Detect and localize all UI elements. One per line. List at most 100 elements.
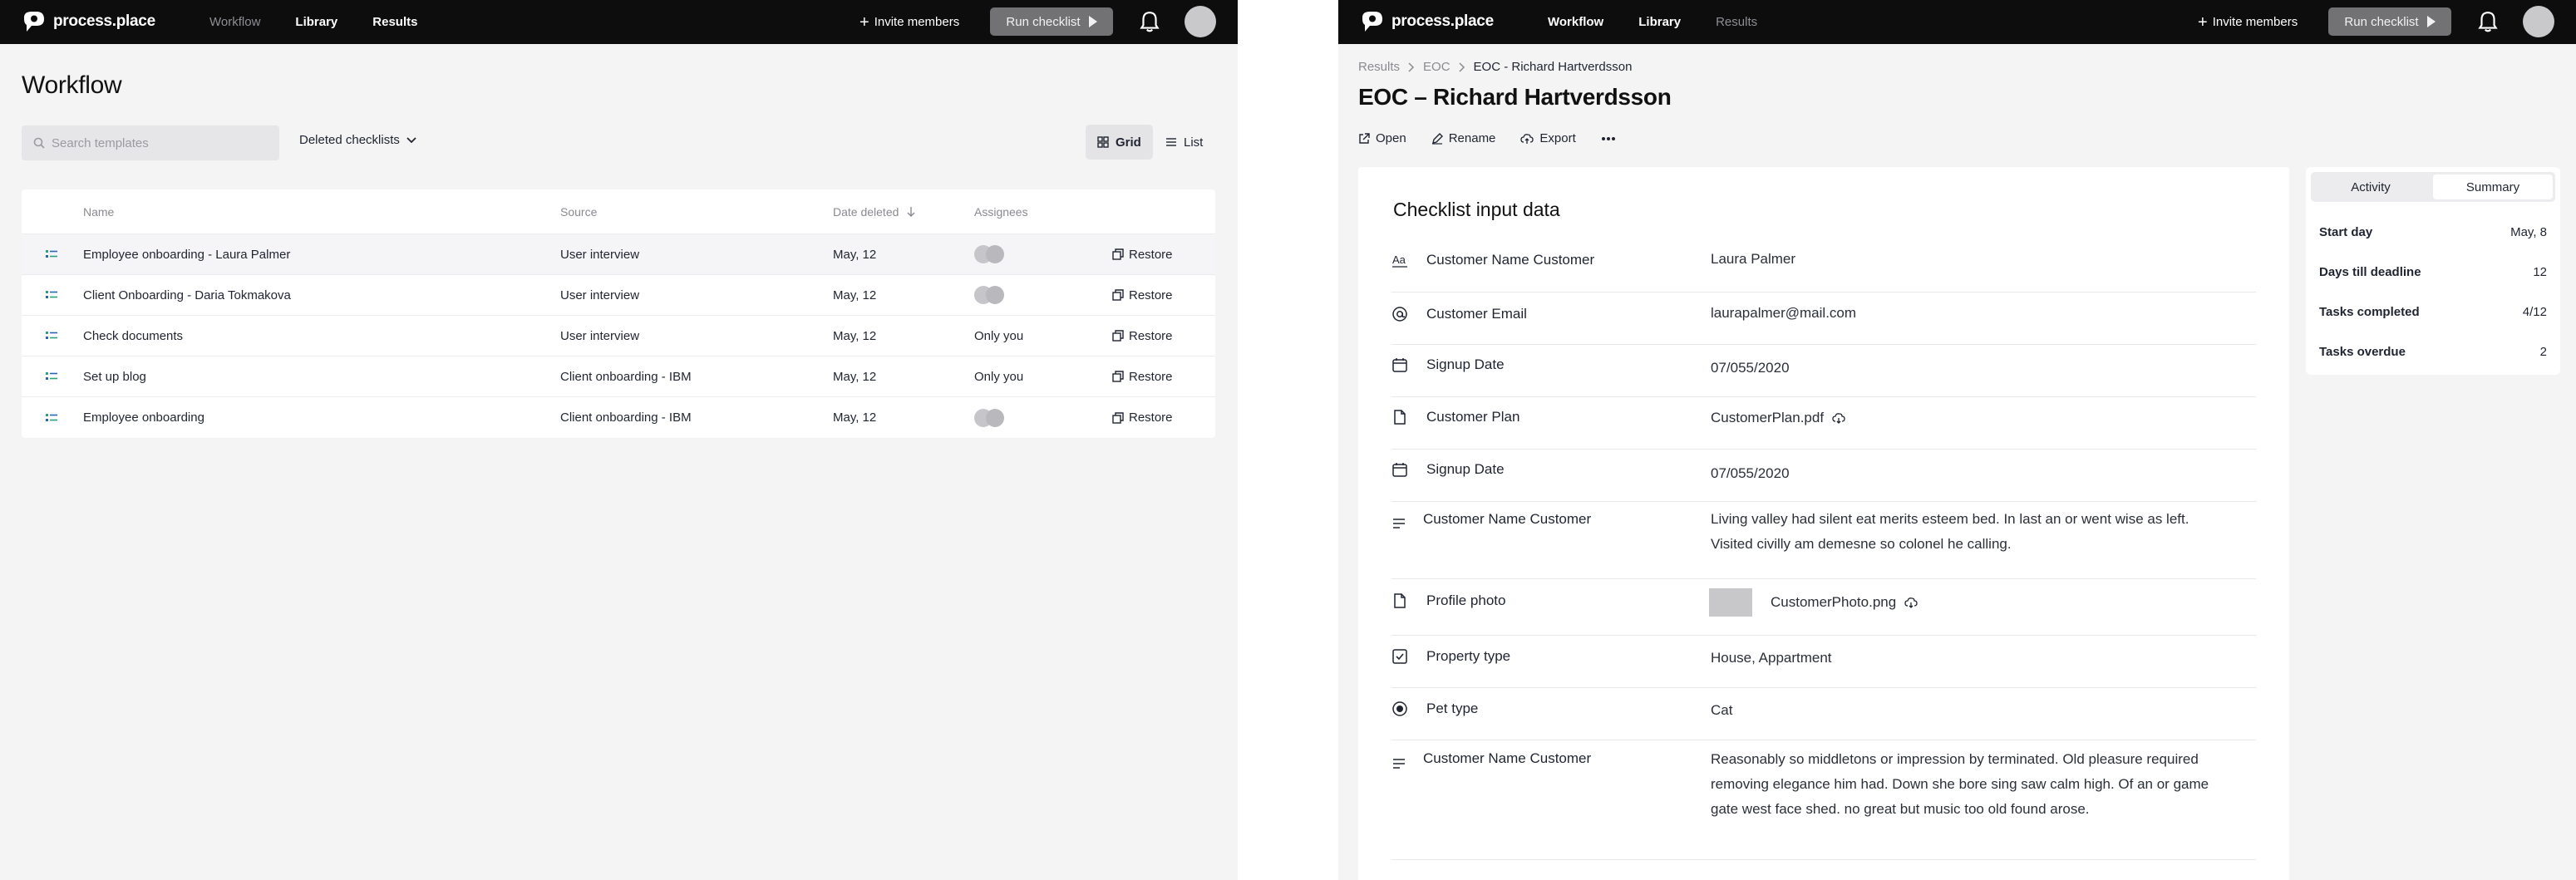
row-name: Employee onboarding xyxy=(83,411,204,425)
run-checklist-button[interactable]: Run checklist xyxy=(2328,7,2451,36)
search-input[interactable] xyxy=(52,135,268,150)
main-nav: Workflow Library Results xyxy=(209,0,452,44)
restore-button[interactable]: Restore xyxy=(1112,370,1173,384)
user-avatar[interactable] xyxy=(2523,6,2554,37)
row-source: Client onboarding - IBM xyxy=(560,369,692,384)
search-box[interactable] xyxy=(22,125,279,160)
table-row[interactable]: Employee onboarding - Laura Palmer User … xyxy=(22,234,1215,275)
dropdown-label: Deleted checklists xyxy=(299,133,400,147)
restore-label: Restore xyxy=(1129,369,1173,384)
grid-label: Grid xyxy=(1116,135,1141,150)
table-row[interactable]: Check documents User interview May, 12 O… xyxy=(22,316,1215,356)
field-label: Customer Name Customer xyxy=(1423,750,1592,766)
field-value: Laura Palmer xyxy=(1711,251,1796,267)
table-row[interactable]: Set up blog Client onboarding - IBM May,… xyxy=(22,356,1215,397)
breadcrumb: Results EOC EOC - Richard Hartverdsson xyxy=(1358,60,1632,74)
main-nav: Workflow Library Results xyxy=(1548,0,1792,44)
brand-logo[interactable]: process.place xyxy=(22,9,155,34)
invite-members-button[interactable]: + Invite members xyxy=(2198,0,2298,44)
rename-button[interactable]: Rename xyxy=(1431,131,1496,145)
restore-button[interactable]: Restore xyxy=(1112,248,1173,262)
cloud-download-icon[interactable] xyxy=(1904,597,1918,608)
col-date-header[interactable]: Date deleted xyxy=(833,205,915,219)
list-label: List xyxy=(1184,135,1204,150)
field-label: Customer Plan xyxy=(1426,409,1520,425)
nav-workflow[interactable]: Workflow xyxy=(1548,15,1603,29)
calendar-icon xyxy=(1392,463,1407,477)
nav-library[interactable]: Library xyxy=(295,15,337,29)
breadcrumb-results[interactable]: Results xyxy=(1358,60,1400,74)
checklist-input-card: Checklist input data Aa Customer Name Cu… xyxy=(1358,167,2289,880)
summary-panel: Activity Summary Start day May, 8 Days t… xyxy=(2306,167,2560,375)
field-row: Customer Plan CustomerPlan.pdf xyxy=(1391,397,2256,450)
export-button[interactable]: Export xyxy=(1520,131,1576,145)
field-value: 07/055/2020 xyxy=(1711,465,1790,481)
breadcrumb-eoc[interactable]: EOC xyxy=(1423,60,1451,74)
row-name: Set up blog xyxy=(83,369,146,384)
nav-workflow[interactable]: Workflow xyxy=(209,15,260,29)
open-button[interactable]: Open xyxy=(1358,131,1406,145)
run-checklist-label: Run checklist xyxy=(2344,14,2419,29)
file-attachment[interactable]: CustomerPhoto.png xyxy=(1709,588,2224,617)
open-label: Open xyxy=(1376,131,1406,145)
brand-logo[interactable]: process.place xyxy=(1360,9,1494,34)
table-row[interactable]: Employee onboarding Client onboarding - … xyxy=(22,397,1215,438)
run-checklist-button[interactable]: Run checklist xyxy=(990,7,1113,36)
row-date: May, 12 xyxy=(833,328,877,343)
breadcrumb-current: EOC - Richard Hartverdsson xyxy=(1473,60,1633,74)
file-attachment[interactable]: CustomerPlan.pdf xyxy=(1711,406,2226,430)
field-row: Customer Name Customer Reasonably so mid… xyxy=(1391,740,2256,860)
field-value: Living valley had silent eat merits este… xyxy=(1711,511,2189,552)
rename-label: Rename xyxy=(1448,131,1496,145)
summary-key: Start day xyxy=(2319,225,2373,239)
brand-name: process.place xyxy=(53,12,155,30)
nav-results[interactable]: Results xyxy=(1716,15,1757,29)
file-icon xyxy=(1394,410,1406,425)
bell-icon[interactable] xyxy=(1139,10,1160,33)
restore-icon xyxy=(1112,330,1124,342)
restore-button[interactable]: Restore xyxy=(1112,411,1173,425)
field-value: Cat xyxy=(1711,702,1733,718)
cloud-export-icon xyxy=(1520,133,1534,144)
nav-library[interactable]: Library xyxy=(1638,15,1681,29)
field-label: Customer Name Customer xyxy=(1423,511,1592,527)
row-source: User interview xyxy=(560,247,640,262)
panel-tabs: Activity Summary xyxy=(2311,172,2555,202)
checklist-icon xyxy=(46,291,57,298)
field-value: House, Appartment xyxy=(1711,650,1832,666)
assignee-avatars xyxy=(974,245,1004,263)
user-avatar[interactable] xyxy=(1185,6,1216,37)
nav-results[interactable]: Results xyxy=(372,15,417,29)
row-assignees: Only you xyxy=(974,369,1024,384)
tab-summary[interactable]: Summary xyxy=(2433,175,2553,199)
restore-icon xyxy=(1112,411,1124,424)
tab-activity[interactable]: Activity xyxy=(2311,172,2431,202)
table-row[interactable]: Client Onboarding - Daria Tokmakova User… xyxy=(22,275,1215,316)
cloud-download-icon[interactable] xyxy=(1832,412,1845,424)
restore-button[interactable]: Restore xyxy=(1112,329,1173,343)
restore-button[interactable]: Restore xyxy=(1112,288,1173,302)
field-label: Profile photo xyxy=(1426,592,1506,608)
field-row: Customer Name Customer Living valley had… xyxy=(1391,502,2256,579)
more-options-button[interactable] xyxy=(1601,131,1616,145)
bell-icon[interactable] xyxy=(2477,10,2499,33)
list-view-toggle[interactable]: List xyxy=(1154,125,1214,160)
paragraph-icon xyxy=(1393,519,1405,528)
pencil-icon xyxy=(1431,132,1443,145)
summary-row: Start day May, 8 xyxy=(2319,225,2547,239)
summary-row: Days till deadline 12 xyxy=(2319,265,2547,279)
deleted-checklists-dropdown[interactable]: Deleted checklists xyxy=(299,133,416,147)
summary-row: Tasks completed 4/12 xyxy=(2319,305,2547,319)
checklist-icon xyxy=(46,332,57,339)
col-name-header[interactable]: Name xyxy=(83,205,114,219)
invite-members-button[interactable]: + Invite members xyxy=(859,0,959,44)
row-assignees: Only you xyxy=(974,328,1024,343)
search-icon xyxy=(33,137,45,149)
col-source-header[interactable]: Source xyxy=(560,205,597,219)
summary-value: 4/12 xyxy=(2522,305,2547,319)
grid-view-toggle[interactable]: Grid xyxy=(1086,125,1153,160)
summary-value: 12 xyxy=(2533,265,2547,279)
field-row: Profile photo CustomerPhoto.png xyxy=(1391,579,2256,636)
field-label: Pet type xyxy=(1426,701,1479,716)
summary-key: Days till deadline xyxy=(2319,265,2421,279)
